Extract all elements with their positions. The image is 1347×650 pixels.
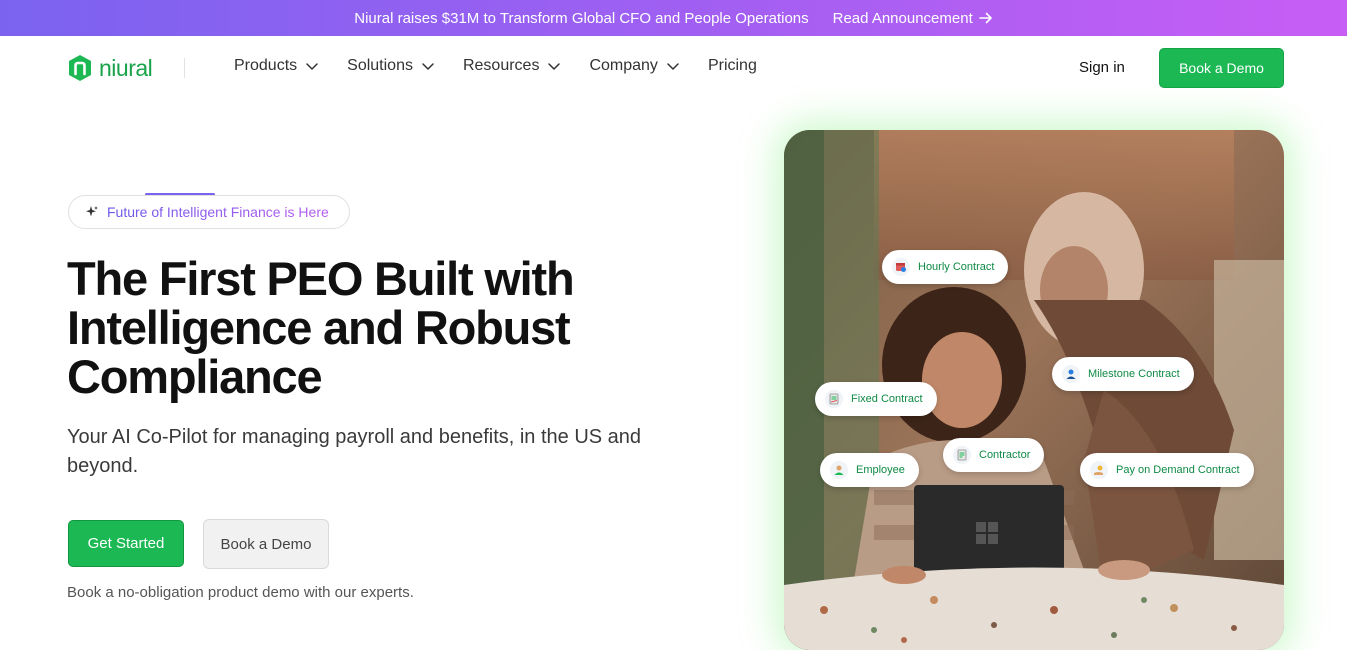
chevron-down-icon [548, 63, 561, 70]
sparkle-icon [86, 206, 98, 217]
tag-employee[interactable]: Employee [820, 453, 919, 487]
tag-label: Employee [856, 464, 905, 476]
tag-fixed-contract[interactable]: Fixed Contract [815, 382, 937, 416]
employee-icon [830, 461, 848, 479]
chevron-down-icon [306, 63, 318, 70]
top-navigation: niural Products Solutions Resources Comp… [0, 36, 1347, 100]
nav-item-pricing[interactable]: Pricing [708, 57, 757, 75]
nav-item-company[interactable]: Company [589, 57, 679, 75]
announcement-text: Niural raises $31M to Transform Global C… [354, 9, 809, 27]
hero-title-line: The First PEO Built with [67, 252, 575, 305]
contractor-doc-icon [953, 446, 971, 464]
tag-pay-on-demand-contract[interactable]: Pay on Demand Contract [1080, 453, 1254, 487]
hero-badge: Future of Intelligent Finance is Here [68, 195, 350, 229]
tag-milestone-contract[interactable]: Milestone Contract [1052, 357, 1194, 391]
tag-label: Fixed Contract [851, 393, 923, 405]
nav-item-label: Company [589, 57, 658, 74]
tag-hourly-contract[interactable]: Hourly Contract [882, 250, 1009, 284]
nav-item-label: Products [234, 57, 298, 74]
hero-subtitle: Your AI Co-Pilot for managing payroll an… [67, 423, 657, 481]
hero-title: The First PEO Built with Intelligence an… [67, 254, 687, 401]
tag-label: Pay on Demand Contract [1116, 464, 1240, 476]
tag-label: Milestone Contract [1088, 368, 1180, 380]
hero-title-line: Compliance [67, 350, 323, 403]
pay-hand-icon [1090, 461, 1108, 479]
tag-label: Contractor [979, 449, 1031, 461]
demo-note: Book a no-obligation product demo with o… [67, 584, 414, 601]
tag-contractor[interactable]: Contractor [943, 438, 1045, 472]
hero-subtitle-line: Your AI Co-Pilot for managing payroll an… [67, 426, 642, 448]
logo-wordmark: niural [99, 54, 153, 81]
hero-subtitle-line: beyond. [67, 455, 139, 477]
hero-title-line: Intelligence and Robust [67, 301, 571, 354]
book-demo-button-nav[interactable]: Book a Demo [1159, 48, 1284, 88]
read-announcement-link[interactable]: Read Announcement [833, 10, 993, 27]
nav-item-solutions[interactable]: Solutions [347, 57, 435, 75]
announcement-bar: Niural raises $31M to Transform Global C… [0, 0, 1347, 36]
milestone-user-icon [1062, 365, 1080, 383]
main-menu: Products Solutions Resources Company Pri… [234, 57, 757, 75]
calendar-clock-icon [892, 258, 910, 276]
fixed-doc-icon [825, 390, 843, 408]
nav-item-label: Solutions [347, 57, 413, 74]
chevron-down-icon [422, 63, 434, 70]
get-started-button[interactable]: Get Started [68, 520, 184, 567]
sign-in-link[interactable]: Sign in [1079, 59, 1125, 76]
read-announcement-label: Read Announcement [832, 9, 973, 27]
tag-label: Hourly Contract [918, 261, 995, 273]
nav-item-products[interactable]: Products [234, 57, 319, 75]
arrow-right-icon [978, 12, 992, 24]
badge-text: Future of Intelligent Finance is Here [107, 204, 329, 220]
book-demo-button[interactable]: Book a Demo [203, 519, 329, 569]
niural-logo[interactable]: niural [67, 54, 153, 82]
hero-photo: Hourly Contract Milestone Contract Fixed… [784, 130, 1284, 650]
logo-divider [184, 58, 185, 78]
nav-item-resources[interactable]: Resources [463, 57, 561, 75]
nav-item-label: Resources [462, 57, 540, 74]
niural-logo-icon [69, 55, 91, 81]
chevron-down-icon [667, 63, 679, 70]
nav-item-label: Pricing [707, 57, 757, 74]
